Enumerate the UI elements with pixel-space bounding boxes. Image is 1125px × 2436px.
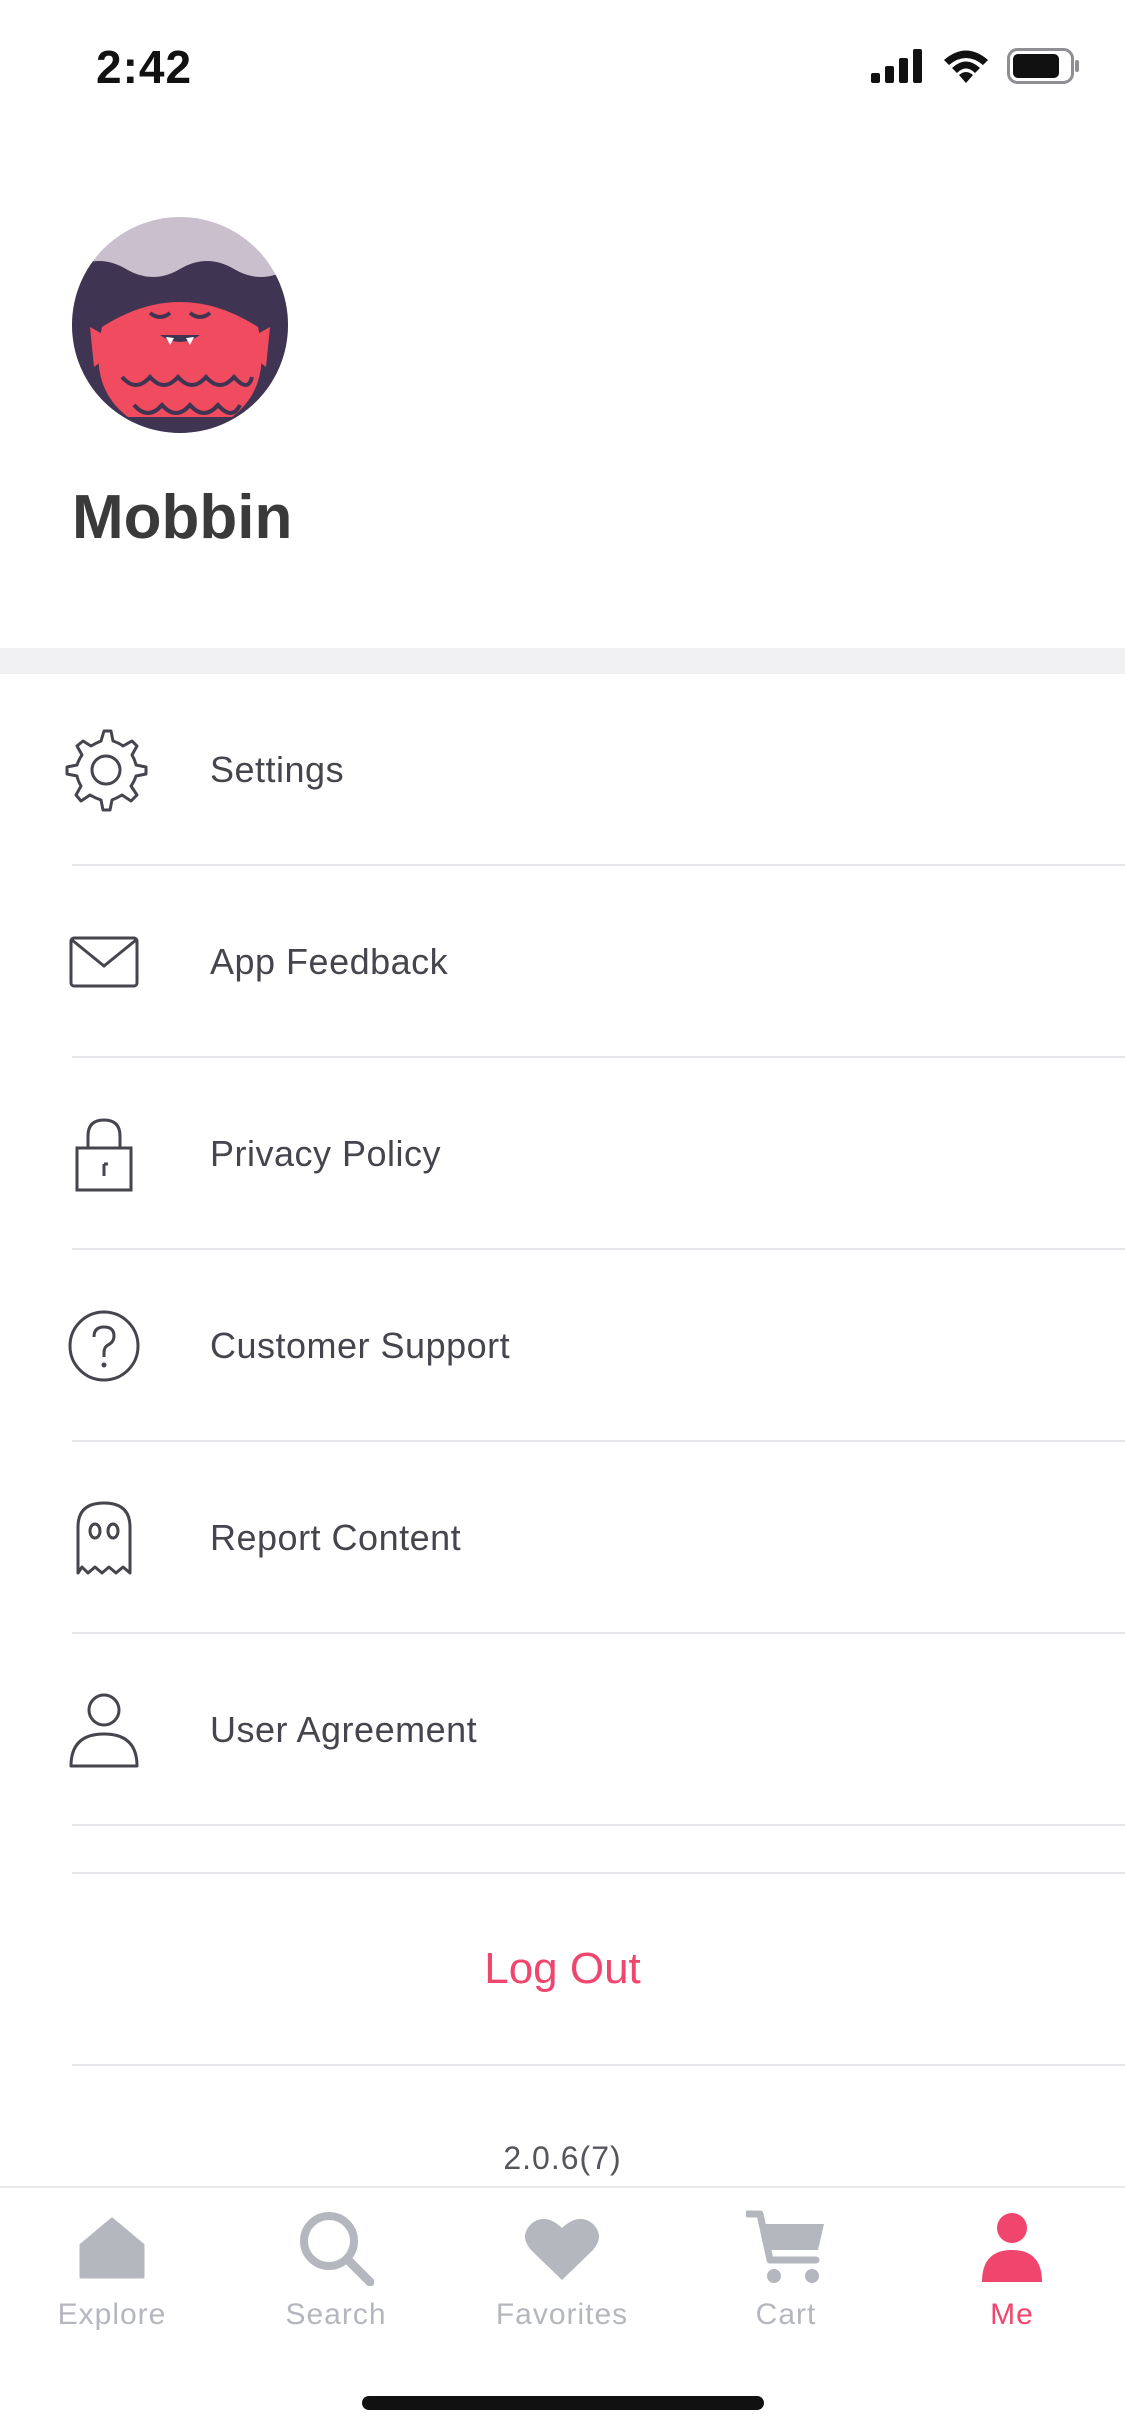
logout-button[interactable]: Log Out	[0, 1874, 1125, 2064]
status-icons	[871, 48, 1081, 89]
menu-item-settings[interactable]: Settings	[0, 674, 1125, 866]
menu-item-label: User Agreement	[210, 1709, 478, 1750]
profile-header: Mobbin	[0, 132, 1125, 648]
menu-item-label: Privacy Policy	[210, 1133, 442, 1174]
tab-label: Cart	[755, 2298, 817, 2331]
search-icon	[296, 2208, 376, 2288]
profile-name: Mobbin	[72, 483, 293, 552]
status-bar: 2:42	[0, 0, 1125, 132]
status-time: 2:42	[96, 41, 193, 93]
menu-item-report-content[interactable]: Report Content	[0, 1442, 1125, 1634]
menu-item-label: App Feedback	[210, 941, 449, 982]
section-separator	[0, 648, 1125, 674]
tab-cart[interactable]: Cart	[686, 2208, 886, 2348]
lock-icon	[56, 1106, 152, 1202]
tab-label: Me	[990, 2298, 1034, 2331]
tab-me[interactable]: Me	[912, 2208, 1112, 2348]
tab-search[interactable]: Search	[236, 2208, 436, 2348]
home-icon	[72, 2208, 152, 2288]
envelope-icon	[56, 914, 152, 1010]
cellular-signal-icon	[871, 49, 925, 88]
menu-item-customer-support[interactable]: Customer Support	[0, 1250, 1125, 1442]
person-icon	[972, 2208, 1052, 2288]
menu-item-privacy-policy[interactable]: Privacy Policy	[0, 1058, 1125, 1250]
menu-item-label: Report Content	[210, 1517, 462, 1558]
tab-explore[interactable]: Explore	[12, 2208, 212, 2348]
divider	[72, 1824, 1125, 1826]
logout-label: Log Out	[484, 1944, 641, 1993]
avatar[interactable]	[72, 217, 288, 433]
ghost-icon	[56, 1490, 152, 1586]
gear-icon	[56, 722, 152, 818]
heart-icon	[522, 2208, 602, 2288]
tab-label: Explore	[57, 2298, 167, 2331]
wifi-icon	[943, 49, 989, 88]
tab-label: Favorites	[495, 2298, 629, 2331]
menu-item-user-agreement[interactable]: User Agreement	[0, 1634, 1125, 1826]
menu-item-label: Customer Support	[210, 1325, 511, 1366]
battery-icon	[1007, 48, 1081, 89]
fish-monster-avatar-icon	[72, 217, 288, 433]
user-icon	[56, 1682, 152, 1778]
cart-icon	[746, 2208, 826, 2288]
menu-item-app-feedback[interactable]: App Feedback	[0, 866, 1125, 1058]
tab-label: Search	[285, 2298, 387, 2331]
app-version: 2.0.6(7)	[503, 2140, 622, 2176]
tab-favorites[interactable]: Favorites	[462, 2208, 662, 2348]
divider	[72, 2064, 1125, 2066]
menu-item-label: Settings	[210, 749, 345, 790]
settings-menu: Settings App Feedback Privacy Policy Cus…	[0, 674, 1125, 1826]
home-indicator	[362, 2396, 764, 2410]
question-circle-icon	[56, 1298, 152, 1394]
